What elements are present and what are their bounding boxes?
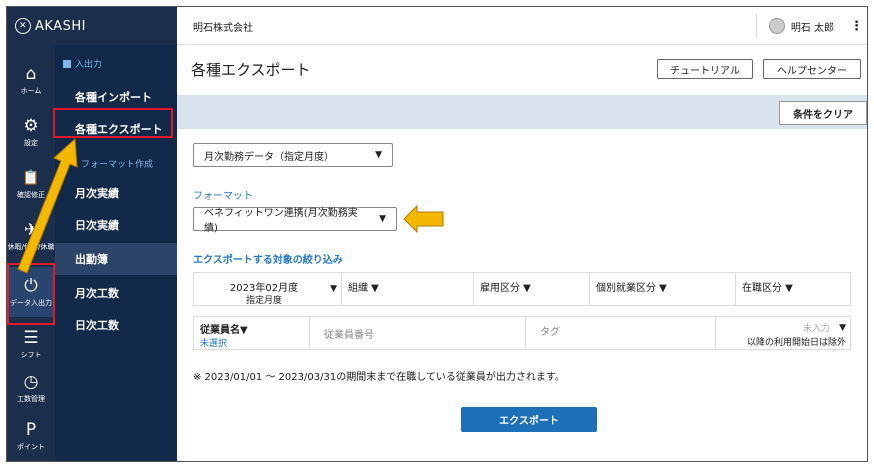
annotation-arrows (17, 137, 444, 274)
arrow-up-icon (17, 137, 78, 274)
arrow-left-icon (403, 204, 444, 234)
app-window: ⌂ ホーム ⚙ 設定 📋 確認修正 ✈ 休暇/休日/休職 ⏻ データ入出力 ☰ … (6, 6, 868, 462)
